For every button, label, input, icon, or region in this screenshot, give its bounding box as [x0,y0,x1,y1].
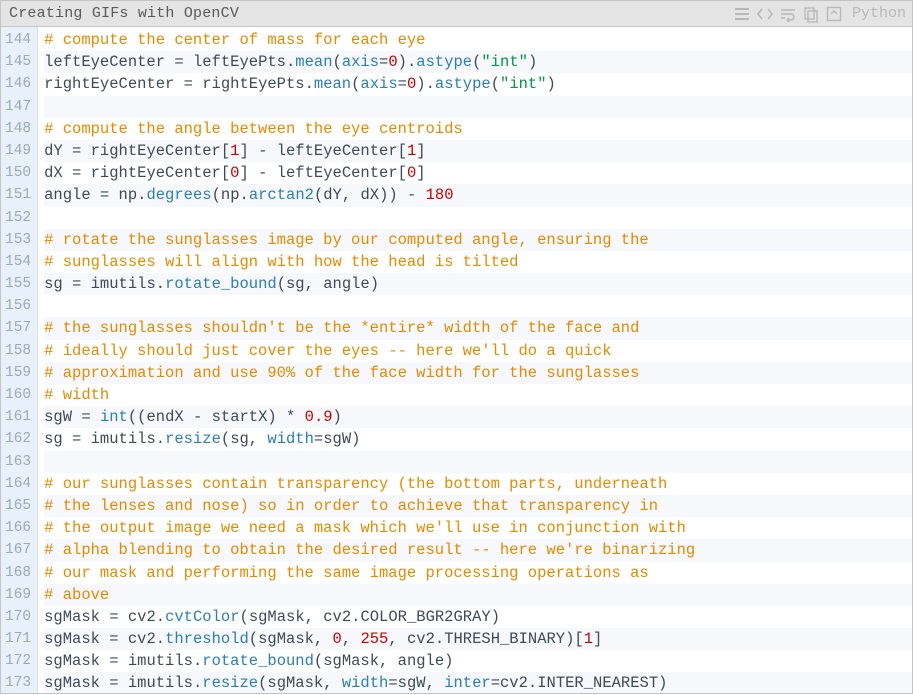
code-line: # the lenses and nose) so in order to ac… [44,495,912,517]
toolbar: Python [733,5,906,23]
code-line [44,295,912,317]
code-line: rightEyeCenter = rightEyePts.mean(axis=0… [44,73,912,95]
line-number: 161 [5,406,31,428]
code-line [44,96,912,118]
line-number: 162 [5,428,31,450]
line-number: 168 [5,562,31,584]
line-number: 170 [5,606,31,628]
code-line: # our mask and performing the same image… [44,562,912,584]
line-number: 171 [5,628,31,650]
code-line [44,451,912,473]
line-number: 153 [5,229,31,251]
code-line: # compute the angle between the eye cent… [44,118,912,140]
line-number: 158 [5,340,31,362]
code-line: sgW = int((endX - startX) * 0.9) [44,406,912,428]
code-line: # our sunglasses contain transparency (t… [44,473,912,495]
line-number: 145 [5,51,31,73]
line-number: 155 [5,273,31,295]
code-line: # ideally should just cover the eyes -- … [44,340,912,362]
line-number: 147 [5,96,31,118]
code-line: dY = rightEyeCenter[1] - leftEyeCenter[1… [44,140,912,162]
line-number: 146 [5,73,31,95]
line-number: 167 [5,539,31,561]
code-body[interactable]: # compute the center of mass for each ey… [38,27,912,693]
line-number: 159 [5,362,31,384]
code-line: # width [44,384,912,406]
line-number: 173 [5,672,31,694]
code-line: angle = np.degrees(np.arctan2(dY, dX)) -… [44,184,912,206]
wrap-icon[interactable] [779,5,797,23]
code-line: # the sunglasses shouldn't be the *entir… [44,317,912,339]
code-line [44,207,912,229]
line-number: 151 [5,184,31,206]
code-line: dX = rightEyeCenter[0] - leftEyeCenter[0… [44,162,912,184]
code-line: sgMask = cv2.threshold(sgMask, 0, 255, c… [44,628,912,650]
line-number: 166 [5,517,31,539]
line-number: 150 [5,162,31,184]
line-number: 165 [5,495,31,517]
line-number: 156 [5,295,31,317]
snippet-title: Creating GIFs with OpenCV [9,5,733,22]
code-line: sg = imutils.resize(sg, width=sgW) [44,428,912,450]
line-number: 148 [5,118,31,140]
code-line: # the output image we need a mask which … [44,517,912,539]
code-line: # approximation and use 90% of the face … [44,362,912,384]
copy-icon[interactable] [802,5,820,23]
code-line: sg = imutils.rotate_bound(sg, angle) [44,273,912,295]
code-line: sgMask = imutils.resize(sgMask, width=sg… [44,672,912,693]
code-line: # rotate the sunglasses image by our com… [44,229,912,251]
code-line: # alpha blending to obtain the desired r… [44,539,912,561]
line-number: 144 [5,29,31,51]
menu-icon[interactable] [733,5,751,23]
line-number: 164 [5,473,31,495]
line-number: 160 [5,384,31,406]
language-label: Python [852,5,906,22]
line-number: 169 [5,584,31,606]
line-number: 152 [5,207,31,229]
code-line: leftEyeCenter = leftEyePts.mean(axis=0).… [44,51,912,73]
line-number: 154 [5,251,31,273]
external-icon[interactable] [825,5,843,23]
code-line: # sunglasses will align with how the hea… [44,251,912,273]
code-area: 1441451461471481491501511521531541551561… [1,27,912,693]
header-bar: Creating GIFs with OpenCV Python [1,1,912,27]
line-number: 157 [5,317,31,339]
code-line: sgMask = cv2.cvtColor(sgMask, cv2.COLOR_… [44,606,912,628]
code-line: # compute the center of mass for each ey… [44,29,912,51]
code-line: # above [44,584,912,606]
line-number: 172 [5,650,31,672]
line-number: 149 [5,140,31,162]
code-icon[interactable] [756,5,774,23]
code-line: sgMask = imutils.rotate_bound(sgMask, an… [44,650,912,672]
line-number-gutter: 1441451461471481491501511521531541551561… [1,27,38,693]
line-number: 163 [5,451,31,473]
